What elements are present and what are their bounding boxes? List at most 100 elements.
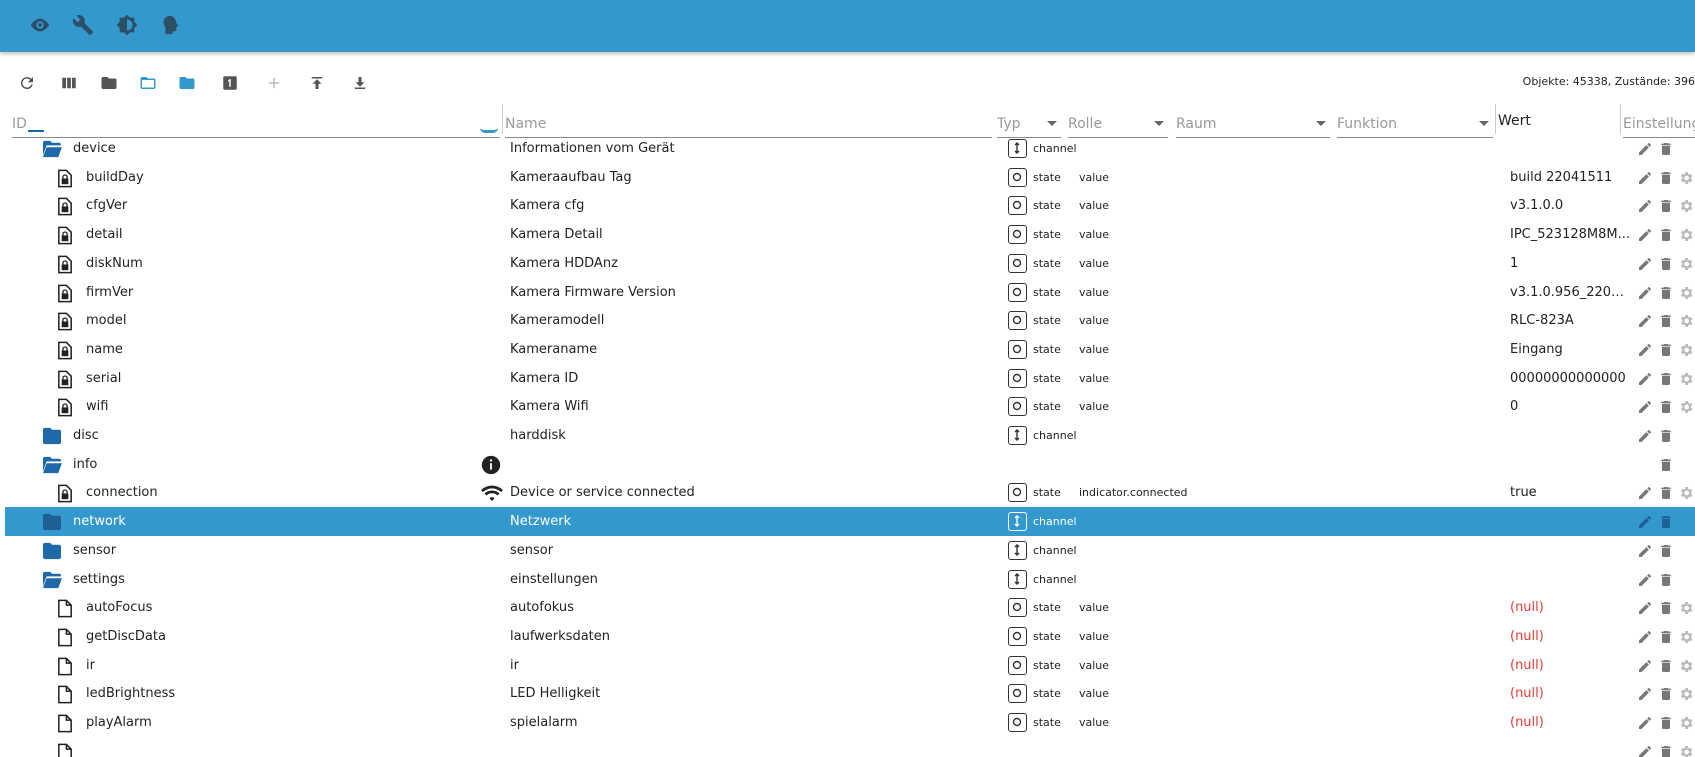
edit-icon[interactable] xyxy=(1636,628,1654,646)
wrench-icon[interactable] xyxy=(70,12,96,38)
row-id[interactable]: ir xyxy=(86,658,95,673)
file-lock-icon[interactable] xyxy=(57,169,75,188)
row-name[interactable]: Informationen vom Gerät xyxy=(510,141,675,156)
delete-icon[interactable] xyxy=(1657,714,1675,732)
row-id[interactable]: connection xyxy=(86,485,158,500)
folder-open-icon[interactable] xyxy=(41,456,62,473)
delete-icon[interactable] xyxy=(1657,169,1675,187)
edit-icon[interactable] xyxy=(1636,542,1654,560)
edit-icon[interactable] xyxy=(1636,341,1654,359)
gear-icon[interactable] xyxy=(1677,628,1695,646)
download-icon[interactable] xyxy=(348,71,372,95)
folder-closed-icon[interactable] xyxy=(97,71,121,95)
delete-icon[interactable] xyxy=(1657,571,1675,589)
row-id[interactable]: cfgVer xyxy=(86,198,127,213)
table-row[interactable]: buildDay Kameraaufbau Tag state value build … xyxy=(5,163,1695,192)
edit-icon[interactable] xyxy=(1636,657,1654,675)
table-row[interactable]: sensor sensor channel xyxy=(5,536,1695,565)
table-row[interactable]: network Netzwerk channel xyxy=(5,507,1695,537)
edit-icon[interactable] xyxy=(1636,312,1654,330)
file-lock-icon[interactable] xyxy=(57,197,75,216)
file-lock-icon[interactable] xyxy=(57,484,75,503)
column-divider[interactable] xyxy=(1495,104,1496,134)
row-name[interactable]: sensor xyxy=(510,543,553,558)
delete-icon[interactable] xyxy=(1657,427,1675,445)
row-value[interactable]: 1 xyxy=(1510,256,1632,271)
delete-icon[interactable] xyxy=(1657,657,1675,675)
table-row[interactable]: cfgVer Kamera cfg state value v3.1.0.0 xyxy=(5,191,1695,220)
edit-icon[interactable] xyxy=(1636,571,1654,589)
row-name[interactable]: autofokus xyxy=(510,600,574,615)
table-row[interactable]: ir ir state value (null) xyxy=(5,651,1695,680)
row-name[interactable]: Kamera ID xyxy=(510,371,578,386)
row-name[interactable]: Kameraname xyxy=(510,342,597,357)
gear-icon[interactable] xyxy=(1677,284,1695,302)
table-row[interactable]: model Kameramodell state value RLC-823A xyxy=(5,306,1695,335)
file-lock-icon[interactable] xyxy=(57,255,75,274)
edit-icon[interactable] xyxy=(1636,398,1654,416)
folder-icon[interactable] xyxy=(41,542,61,559)
delete-icon[interactable] xyxy=(1657,513,1675,531)
gear-icon[interactable] xyxy=(1677,197,1695,215)
delete-icon[interactable] xyxy=(1657,370,1675,388)
row-id[interactable]: settings xyxy=(73,572,125,587)
delete-icon[interactable] xyxy=(1657,312,1675,330)
file-lock-icon[interactable] xyxy=(57,312,75,331)
refresh-icon[interactable] xyxy=(15,71,39,95)
table-row[interactable]: info xyxy=(5,450,1695,479)
edit-icon[interactable] xyxy=(1636,197,1654,215)
row-name[interactable]: Kameramodell xyxy=(510,313,604,328)
gear-icon[interactable] xyxy=(1677,398,1695,416)
row-id[interactable]: diskNum xyxy=(86,256,143,271)
folder-icon[interactable] xyxy=(175,71,199,95)
edit-icon[interactable] xyxy=(1636,140,1654,158)
row-name[interactable]: Kamera Wifi xyxy=(510,399,589,414)
edit-icon[interactable] xyxy=(1636,714,1654,732)
gear-icon[interactable] xyxy=(1677,599,1695,617)
gear-icon[interactable] xyxy=(1677,743,1695,757)
one-box-icon[interactable] xyxy=(218,71,242,95)
row-name[interactable]: Device or service connected xyxy=(510,485,695,500)
edit-icon[interactable] xyxy=(1636,169,1654,187)
gear-icon[interactable] xyxy=(1677,370,1695,388)
gear-icon[interactable] xyxy=(1677,657,1695,675)
row-id[interactable]: ledBrightness xyxy=(86,686,175,701)
delete-icon[interactable] xyxy=(1657,628,1675,646)
table-row[interactable]: diskNum Kamera HDDAnz state value 1 xyxy=(5,249,1695,278)
head-icon[interactable] xyxy=(156,12,182,38)
file-icon[interactable] xyxy=(57,685,75,704)
file-lock-icon[interactable] xyxy=(57,398,75,417)
row-name[interactable]: Kamera cfg xyxy=(510,198,584,213)
row-name[interactable]: harddisk xyxy=(510,428,566,443)
delete-icon[interactable] xyxy=(1657,599,1675,617)
gear-icon[interactable] xyxy=(1677,714,1695,732)
folder-icon[interactable] xyxy=(41,427,61,445)
column-divider[interactable] xyxy=(502,104,503,134)
edit-icon[interactable] xyxy=(1636,599,1654,617)
row-value[interactable]: v3.1.0.956_22041... xyxy=(1510,285,1632,300)
file-lock-icon[interactable] xyxy=(57,341,75,360)
row-id[interactable]: name xyxy=(86,342,123,357)
table-row[interactable] xyxy=(5,737,1695,757)
table-row[interactable]: ledBrightness LED Helligkeit state value (nu… xyxy=(5,679,1695,708)
row-value[interactable]: v3.1.0.0 xyxy=(1510,198,1632,213)
edit-icon[interactable] xyxy=(1636,685,1654,703)
edit-icon[interactable] xyxy=(1636,427,1654,445)
file-icon[interactable] xyxy=(57,628,75,647)
gear-icon[interactable] xyxy=(1677,255,1695,273)
delete-icon[interactable] xyxy=(1657,226,1675,244)
table-row[interactable]: getDiscData laufwerksdaten state value (null… xyxy=(5,622,1695,651)
row-name[interactable]: Netzwerk xyxy=(510,514,571,529)
table-row[interactable]: disc harddisk channel xyxy=(5,421,1695,450)
row-id[interactable]: buildDay xyxy=(86,170,144,185)
gear-icon[interactable] xyxy=(1677,226,1695,244)
file-icon[interactable] xyxy=(57,599,75,618)
delete-icon[interactable] xyxy=(1657,284,1675,302)
table-row[interactable]: detail Kamera Detail state value IPC_523128M… xyxy=(5,220,1695,249)
gear-icon[interactable] xyxy=(1677,312,1695,330)
row-value[interactable]: 0 xyxy=(1510,399,1632,414)
row-name[interactable]: LED Helligkeit xyxy=(510,686,600,701)
delete-icon[interactable] xyxy=(1657,341,1675,359)
row-value[interactable]: Eingang xyxy=(1510,342,1632,357)
brightness-icon[interactable] xyxy=(114,12,140,38)
